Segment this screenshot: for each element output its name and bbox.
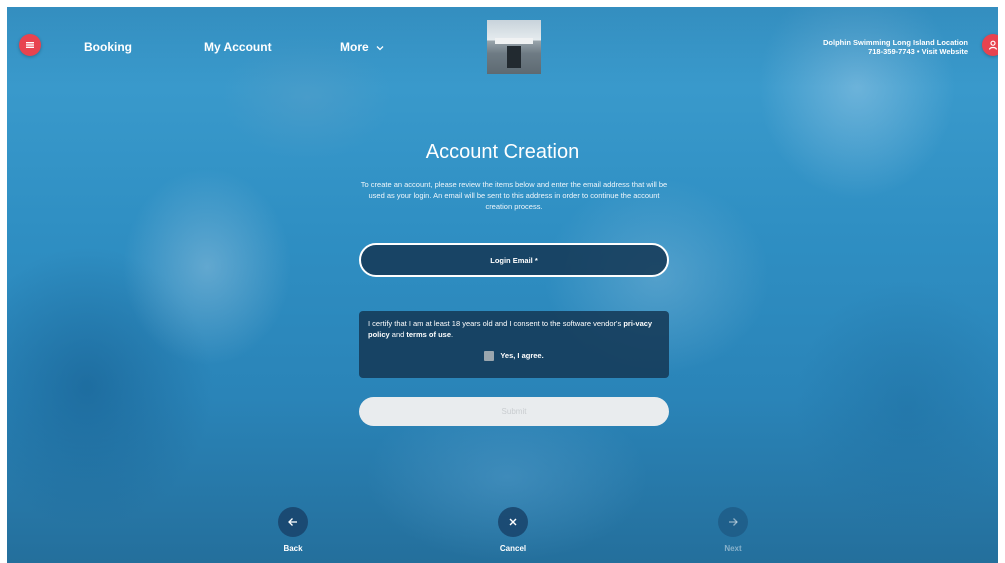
submit-button[interactable]: Submit xyxy=(359,397,669,426)
agree-label[interactable]: Yes, I agree. xyxy=(500,350,543,361)
location-name: Dolphin Swimming Long Island Location xyxy=(823,38,968,47)
consent-and: and xyxy=(391,330,405,339)
nav-more-label: More xyxy=(340,40,369,54)
login-email-label: Login Email * xyxy=(490,255,538,265)
account-button[interactable] xyxy=(982,34,998,56)
cancel-circle[interactable] xyxy=(498,507,528,537)
back-button[interactable]: Back xyxy=(278,507,308,553)
next-button[interactable]: Next xyxy=(718,507,748,553)
menu-button[interactable] xyxy=(19,34,41,56)
consent-text: I certify that I am at least 18 years ol… xyxy=(368,319,622,328)
next-label: Next xyxy=(724,544,742,553)
back-label: Back xyxy=(283,544,303,553)
agree-checkbox-row[interactable]: Yes, I agree. xyxy=(359,350,669,361)
terms-of-use-link[interactable]: terms of use xyxy=(406,330,451,339)
close-icon xyxy=(509,518,517,526)
back-circle[interactable] xyxy=(278,507,308,537)
nav-booking[interactable]: Booking xyxy=(84,40,132,54)
location-info: Dolphin Swimming Long Island Location 71… xyxy=(823,38,968,56)
login-email-field[interactable]: Login Email * xyxy=(359,243,669,277)
user-icon xyxy=(988,40,998,50)
page-background: Booking My Account More Dolphin Swimming… xyxy=(7,7,998,563)
nav-more[interactable]: More xyxy=(340,40,384,54)
next-circle[interactable] xyxy=(718,507,748,537)
logo-building-wall xyxy=(495,38,533,44)
agree-checkbox[interactable] xyxy=(484,350,495,361)
intro-text: To create an account, please review the … xyxy=(360,180,668,211)
chevron-down-icon xyxy=(376,45,384,51)
arrow-right-icon xyxy=(729,518,738,526)
cancel-button[interactable]: Cancel xyxy=(498,507,528,553)
location-contact[interactable]: 718-359-7743 • Visit Website xyxy=(823,47,968,56)
consent-period: . xyxy=(451,330,454,339)
submit-label: Submit xyxy=(501,407,527,416)
nav-my-account[interactable]: My Account xyxy=(204,40,272,54)
cancel-label: Cancel xyxy=(499,544,527,553)
consent-panel: I certify that I am at least 18 years ol… xyxy=(359,311,669,378)
arrow-left-icon xyxy=(288,518,297,526)
logo-building-door xyxy=(507,46,521,68)
hamburger-icon xyxy=(26,42,34,48)
page-title: Account Creation xyxy=(425,141,580,163)
location-logo[interactable] xyxy=(487,20,541,74)
